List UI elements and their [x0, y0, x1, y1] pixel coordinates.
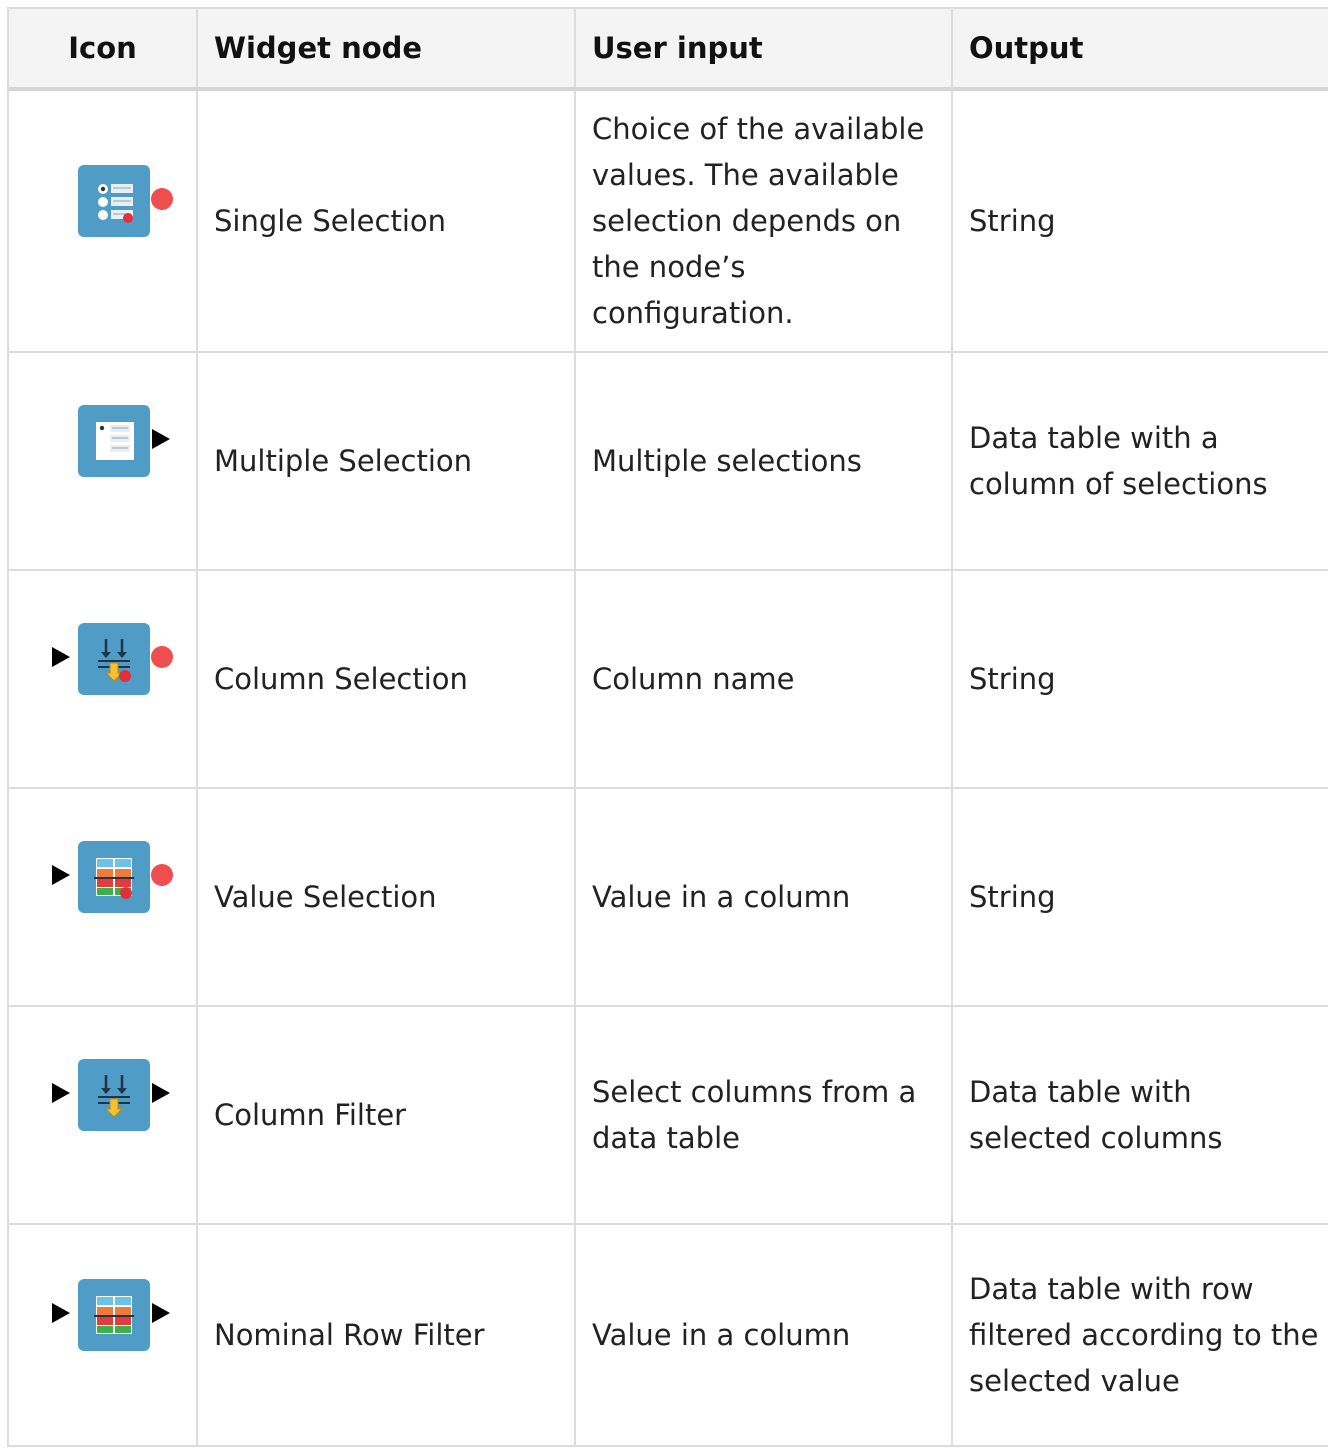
- value-selection-widget-icon: [38, 837, 173, 917]
- icon-cell: [7, 569, 198, 789]
- widget-node-name: Value Selection: [196, 787, 576, 1007]
- table-output-port-icon: [151, 429, 170, 449]
- single-selection-widget-icon: [38, 161, 173, 241]
- widget-node-name: Nominal Row Filter: [196, 1223, 576, 1447]
- variable-output-port-icon: [150, 646, 173, 668]
- column-selection-widget-icon: [38, 619, 173, 699]
- table-row: Single Selection Choice of the available…: [7, 88, 1328, 353]
- user-input: Value in a column: [574, 787, 953, 1007]
- column-arrows-glyph: [97, 1075, 130, 1118]
- user-input: Multiple selections: [574, 351, 953, 571]
- table-input-port-icon: [51, 1303, 70, 1323]
- table-row: Column Filter Select columns from a data…: [7, 1005, 1328, 1225]
- output: String: [951, 88, 1328, 353]
- output: Data table with row filtered according t…: [951, 1223, 1328, 1447]
- icon-cell: [7, 88, 198, 353]
- widget-node-name: Column Selection: [196, 569, 576, 789]
- node-box: [77, 841, 150, 913]
- multiple-selection-widget-icon: [38, 401, 170, 481]
- node-box: [77, 623, 150, 695]
- list-table-glyph: [95, 422, 134, 460]
- node-box: [77, 405, 150, 477]
- radio-list-glyph: [97, 184, 133, 223]
- table-input-port-icon: [51, 865, 70, 885]
- table-row: Value Selection Value in a column String: [7, 787, 1328, 1007]
- header-user-input: User input: [574, 7, 953, 91]
- user-input: Value in a column: [574, 1223, 953, 1447]
- table-input-port-icon: [51, 1083, 70, 1103]
- colored-rows-glyph: [93, 1296, 134, 1334]
- header-widget-node: Widget node: [196, 7, 576, 91]
- table-row: Multiple Selection Multiple selections D…: [7, 351, 1328, 571]
- header-icon: Icon: [7, 7, 198, 91]
- widget-nodes-table: Icon Widget node User input Output Singl…: [7, 7, 1328, 1447]
- output: Data table with a column of selections: [951, 351, 1328, 571]
- user-input: Column name: [574, 569, 953, 789]
- widget-node-name: Single Selection: [196, 88, 576, 353]
- column-arrows-glyph: [97, 639, 131, 682]
- table-output-port-icon: [151, 1083, 170, 1103]
- table-input-port-icon: [51, 647, 70, 667]
- table-row: Nominal Row Filter Value in a column Dat…: [7, 1223, 1328, 1447]
- nominal-row-filter-widget-icon: [38, 1275, 170, 1355]
- icon-cell: [7, 351, 198, 571]
- icon-cell: [7, 1005, 198, 1225]
- variable-output-port-icon: [150, 188, 173, 210]
- icon-cell: [7, 787, 198, 1007]
- node-box: [77, 1279, 150, 1351]
- node-box: [77, 1059, 150, 1131]
- node-box: [77, 165, 150, 237]
- header-output: Output: [951, 7, 1328, 91]
- column-filter-widget-icon: [38, 1055, 170, 1135]
- user-input: Choice of the available values. The avai…: [574, 88, 953, 353]
- output: String: [951, 787, 1328, 1007]
- widget-node-name: Multiple Selection: [196, 351, 576, 571]
- colored-rows-glyph: [93, 858, 134, 899]
- widget-node-name: Column Filter: [196, 1005, 576, 1225]
- icon-cell: [7, 1223, 198, 1447]
- header-row: Icon Widget node User input Output: [7, 7, 1328, 91]
- output: String: [951, 569, 1328, 789]
- output: Data table with selected columns: [951, 1005, 1328, 1225]
- user-input: Select columns from a data table: [574, 1005, 953, 1225]
- variable-output-port-icon: [150, 864, 173, 886]
- table-output-port-icon: [151, 1303, 170, 1323]
- table-row: Column Selection Column name String: [7, 569, 1328, 789]
